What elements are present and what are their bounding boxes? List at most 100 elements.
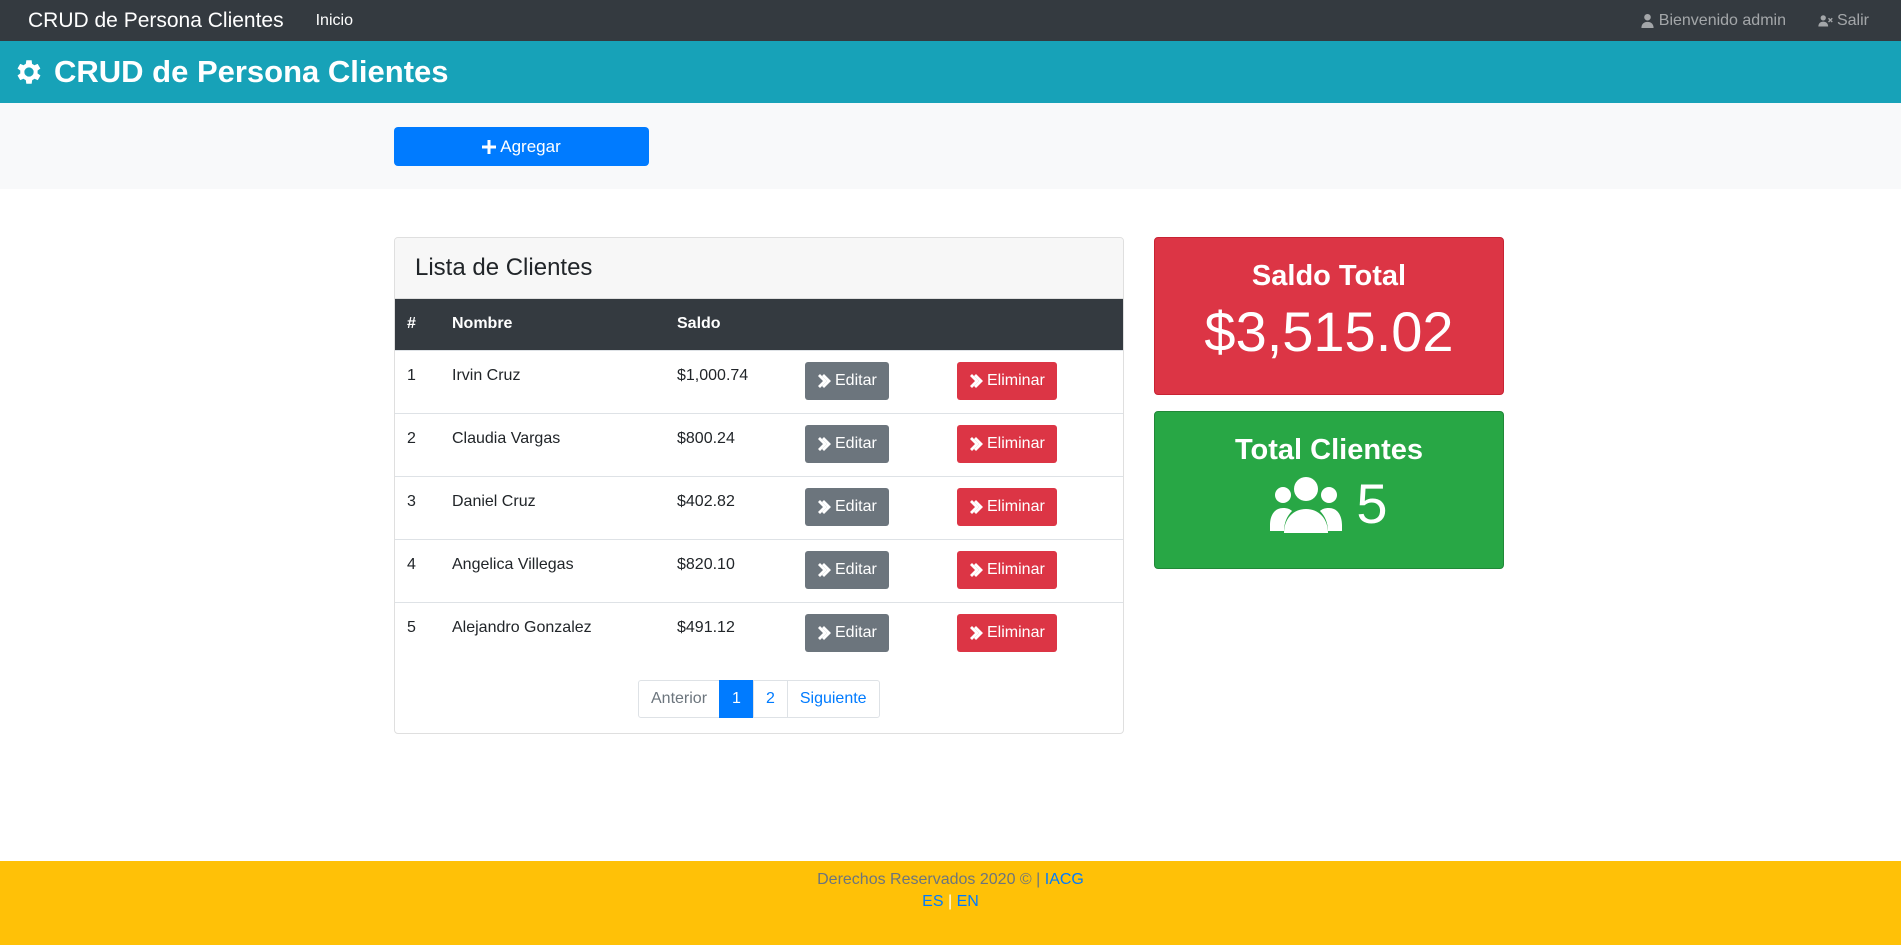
gear-icon — [17, 60, 41, 84]
double-chevron-right-icon — [818, 499, 831, 514]
action-bar: Agregar — [0, 103, 1901, 189]
pagination-page-1[interactable]: 1 — [719, 680, 754, 718]
footer-rights-line: Derechos Reservados 2020 © | IACG — [0, 871, 1901, 889]
double-chevron-right-icon — [818, 625, 831, 640]
double-chevron-right-icon — [818, 373, 831, 388]
edit-button-label: Editar — [835, 497, 877, 515]
saldo-total-value: $3,515.02 — [1204, 300, 1454, 363]
delete-button[interactable]: Eliminar — [957, 361, 1057, 400]
saldo-total-box: Saldo Total $3,515.02 — [1154, 237, 1504, 395]
row-number: 2 — [407, 429, 416, 447]
edit-button-label: Editar — [835, 434, 877, 452]
table-row: 2 Claudia Vargas $800.24 Editar Eliminar — [395, 413, 1123, 476]
row-number: 5 — [407, 618, 416, 636]
column-header-saldo: Saldo — [677, 315, 721, 333]
footer-rights: Derechos Reservados 2020 © | — [817, 871, 1041, 888]
row-edit-cell: Editar — [793, 350, 945, 413]
logout-link[interactable]: Salir — [1818, 12, 1869, 30]
users-icon — [1270, 476, 1343, 533]
row-name: Daniel Cruz — [452, 492, 536, 510]
double-chevron-right-icon — [818, 436, 831, 451]
row-number: 3 — [407, 492, 416, 510]
pagination: Anterior 1 2 Siguiente — [638, 680, 880, 718]
delete-button-label: Eliminar — [987, 560, 1045, 578]
double-chevron-right-icon — [818, 562, 831, 577]
row-number: 1 — [407, 366, 416, 384]
client-table: # Nombre Saldo 1 Irvin Cruz $1,000.74 Edita… — [395, 299, 1123, 665]
welcome-label: Bienvenido admin — [1658, 11, 1786, 29]
edit-button[interactable]: Editar — [805, 361, 889, 400]
row-name: Irvin Cruz — [452, 366, 521, 384]
delete-button[interactable]: Eliminar — [957, 613, 1057, 652]
user-icon — [1641, 13, 1654, 28]
row-number: 4 — [407, 555, 416, 573]
row-saldo: $402.82 — [677, 492, 735, 510]
double-chevron-right-icon — [970, 562, 983, 577]
double-chevron-right-icon — [970, 499, 983, 514]
edit-button[interactable]: Editar — [805, 424, 889, 463]
delete-button[interactable]: Eliminar — [957, 424, 1057, 463]
column-header-num: # — [407, 315, 416, 333]
row-delete-cell: Eliminar — [945, 602, 1123, 665]
page-footer: Derechos Reservados 2020 © | IACG ES | E… — [0, 861, 1901, 945]
column-header-name: Nombre — [452, 315, 513, 333]
table-row: 1 Irvin Cruz $1,000.74 Editar Eliminar — [395, 350, 1123, 413]
edit-button-label: Editar — [835, 560, 877, 578]
navbar-brand[interactable]: CRUD de Persona Clientes — [28, 9, 284, 33]
card-header: Lista de Clientes — [395, 238, 1123, 299]
column-header-delete — [945, 299, 1123, 350]
card-title: Lista de Clientes — [415, 254, 593, 281]
language-es-link[interactable]: ES — [922, 893, 943, 910]
edit-button[interactable]: Editar — [805, 613, 889, 652]
row-saldo: $820.10 — [677, 555, 735, 573]
logout-label: Salir — [1836, 11, 1869, 29]
edit-button[interactable]: Editar — [805, 550, 889, 589]
total-clientes-title: Total Clientes — [1235, 434, 1423, 466]
row-delete-cell: Eliminar — [945, 413, 1123, 476]
row-name: Alejandro Gonzalez — [452, 618, 592, 636]
nav-link-home[interactable]: Inicio — [316, 12, 353, 30]
row-edit-cell: Editar — [793, 539, 945, 602]
top-navbar: CRUD de Persona Clientes Inicio Bienveni… — [0, 0, 1901, 41]
footer-author-link[interactable]: IACG — [1045, 871, 1084, 888]
delete-button[interactable]: Eliminar — [957, 487, 1057, 526]
delete-button[interactable]: Eliminar — [957, 550, 1057, 589]
language-separator: | — [947, 893, 953, 910]
delete-button-label: Eliminar — [987, 623, 1045, 641]
table-row: 3 Daniel Cruz $402.82 Editar Eliminar — [395, 476, 1123, 539]
row-edit-cell: Editar — [793, 602, 945, 665]
welcome-user[interactable]: Bienvenido admin — [1640, 12, 1786, 30]
edit-button-label: Editar — [835, 371, 877, 389]
edit-button[interactable]: Editar — [805, 487, 889, 526]
row-saldo: $491.12 — [677, 618, 735, 636]
double-chevron-right-icon — [970, 436, 983, 451]
plus-icon — [482, 139, 497, 154]
row-name: Angelica Villegas — [452, 555, 574, 573]
footer-language-line: ES | EN — [0, 893, 1901, 911]
total-clientes-value: 5 — [1356, 472, 1388, 535]
row-edit-cell: Editar — [793, 476, 945, 539]
add-button[interactable]: Agregar — [394, 127, 649, 166]
row-edit-cell: Editar — [793, 413, 945, 476]
page-header: CRUD de Persona Clientes — [0, 41, 1901, 103]
row-name: Claudia Vargas — [452, 429, 561, 447]
pagination-page-2[interactable]: 2 — [752, 680, 788, 718]
double-chevron-right-icon — [970, 373, 983, 388]
edit-button-label: Editar — [835, 623, 877, 641]
row-delete-cell: Eliminar — [945, 539, 1123, 602]
column-header-edit — [793, 299, 945, 350]
language-en-link[interactable]: EN — [957, 893, 979, 910]
row-saldo: $1,000.74 — [677, 366, 749, 384]
navbar-right: Bienvenido admin Salir — [1608, 12, 1869, 30]
delete-button-label: Eliminar — [987, 434, 1045, 452]
user-times-icon — [1818, 15, 1833, 27]
pagination-next[interactable]: Siguiente — [786, 680, 880, 718]
total-clientes-row: 5 — [1155, 471, 1503, 536]
pagination-prev[interactable]: Anterior — [638, 680, 721, 718]
delete-button-label: Eliminar — [987, 371, 1045, 389]
total-clientes-box: Total Clientes 5 — [1154, 411, 1504, 569]
delete-button-label: Eliminar — [987, 497, 1045, 515]
client-list-card: Lista de Clientes # Nombre Saldo 1 Irvin … — [394, 237, 1124, 734]
row-saldo: $800.24 — [677, 429, 735, 447]
page-title: CRUD de Persona Clientes — [54, 54, 449, 89]
